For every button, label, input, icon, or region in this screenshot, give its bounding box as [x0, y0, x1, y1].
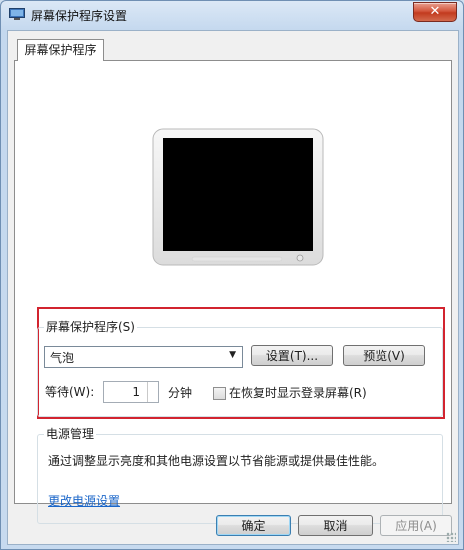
- chevron-down-icon: ▼: [229, 350, 236, 360]
- close-icon: ✕: [429, 4, 441, 19]
- wait-label: 等待(W):: [45, 385, 95, 399]
- monitor-preview: [152, 128, 324, 266]
- power-description: 通过调整显示亮度和其他电源设置以节省能源或提供最佳性能。: [48, 454, 385, 468]
- screensaver-group-label: 屏幕保护程序(S): [44, 319, 137, 335]
- apply-button[interactable]: 应用(A): [380, 515, 452, 536]
- wait-unit-label: 分钟: [168, 386, 193, 400]
- resume-logon-label[interactable]: 在恢复时显示登录屏幕(R): [229, 385, 367, 401]
- screensaver-select[interactable]: 气泡 ▼: [44, 346, 243, 368]
- monitor-icon: [9, 8, 25, 20]
- screensaver-select-value: 气泡: [50, 351, 75, 365]
- dialog-client-area: 屏幕保护程序 屏幕保护程序(S) 气泡 ▼ 设置(T)... 预览(V) 等待(…: [7, 30, 459, 545]
- close-button[interactable]: ✕: [413, 2, 457, 22]
- wait-minutes-value: 1: [132, 385, 140, 399]
- stepper-arrows[interactable]: [147, 382, 158, 402]
- title-bar[interactable]: 屏幕保护程序设置 ✕: [1, 1, 463, 29]
- wait-minutes-stepper[interactable]: 1: [103, 381, 159, 403]
- change-power-settings-link[interactable]: 更改电源设置: [48, 492, 120, 509]
- window-title: 屏幕保护程序设置: [31, 9, 128, 23]
- cancel-button[interactable]: 取消: [298, 515, 373, 536]
- dialog-window: 屏幕保护程序设置 ✕ 屏幕保护程序 屏幕保护程序(S) 气泡 ▼ 设置(T)..…: [0, 0, 464, 550]
- tab-panel: 屏幕保护程序(S) 气泡 ▼ 设置(T)... 预览(V) 等待(W): 1 分…: [14, 60, 452, 524]
- resize-grip[interactable]: [446, 532, 456, 542]
- power-group-label: 电源管理: [44, 426, 97, 442]
- tab-screensaver[interactable]: 屏幕保护程序: [17, 39, 104, 61]
- screensaver-group: 屏幕保护程序(S): [37, 319, 443, 417]
- power-group: 电源管理: [37, 426, 443, 524]
- preview-button[interactable]: 预览(V): [343, 345, 425, 366]
- resume-logon-checkbox[interactable]: [213, 387, 226, 400]
- settings-button[interactable]: 设置(T)...: [251, 345, 333, 366]
- ok-button[interactable]: 确定: [216, 515, 291, 536]
